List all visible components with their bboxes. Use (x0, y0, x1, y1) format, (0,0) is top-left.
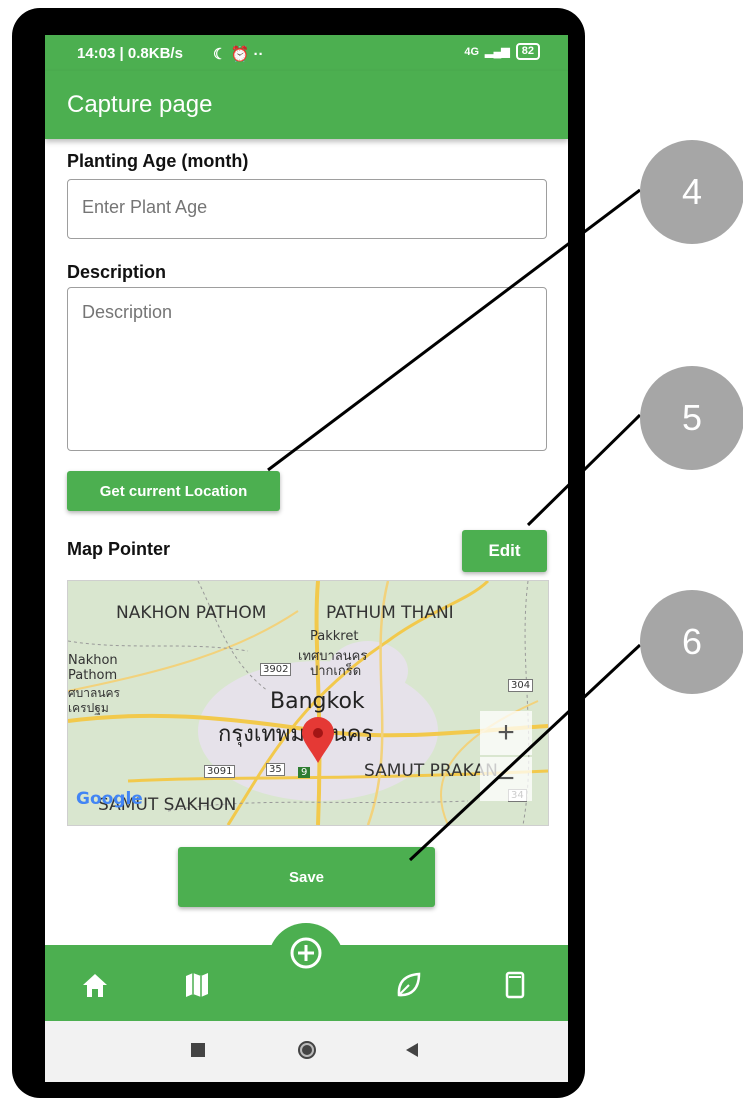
battery-indicator: 82 (515, 43, 540, 60)
back-triangle-icon[interactable] (405, 1043, 419, 1057)
planting-age-label: Planting Age (month) (67, 151, 249, 171)
app-screen: 14:03 | 0.8KB/s ☾ ⏰ ·· 4G ▂▄▆ 82 Capture… (45, 35, 568, 1082)
save-button[interactable]: Save (178, 847, 435, 907)
map-label-bangkok-thai: กรุงเทพมหานคร (218, 722, 374, 747)
road-shield: 9 (298, 767, 311, 778)
add-button[interactable] (268, 923, 344, 999)
road-shield: 3902 (260, 663, 292, 676)
status-time: 14:03 | 0.8KB/s (77, 45, 183, 62)
status-icons: ☾ ⏰ ·· (213, 46, 264, 63)
map-label-samut-prakan: SAMUT PRAKAN (364, 761, 498, 781)
map-label-bangkok: Bangkok (270, 689, 365, 714)
edit-button[interactable]: Edit (462, 530, 547, 572)
callout-5: 5 (640, 366, 743, 470)
map-label-nakhon-left: Nakhon (68, 653, 118, 668)
circle-icon[interactable] (297, 1040, 317, 1060)
map-pointer-label: Map Pointer (67, 539, 171, 559)
planting-age-input[interactable]: Enter Plant Age (67, 179, 547, 239)
google-logo: Google (76, 789, 143, 809)
nav-home[interactable] (75, 965, 115, 1005)
nav-plants[interactable] (389, 965, 429, 1005)
page-title: Capture page (67, 91, 213, 118)
location-pin-icon[interactable] (300, 717, 336, 765)
status-right: 4G ▂▄▆ 82 (464, 43, 540, 60)
map-label-left-thai2: เครปฐม (68, 701, 109, 715)
description-label: Description (67, 262, 167, 282)
map-label-pathum-thani: PATHUM THANI (326, 603, 454, 623)
get-location-button[interactable]: Get current Location (67, 471, 280, 511)
description-textarea[interactable]: Description (67, 287, 547, 451)
map-label-pakkret-thai2: ปากเกร็ด (310, 664, 362, 679)
map-label-pakkret: Pakkret (310, 629, 359, 644)
map-label-pathom-left: Pathom (68, 668, 118, 683)
square-icon[interactable] (191, 1043, 205, 1057)
road-shield: 35 (266, 763, 285, 776)
callout-4: 4 (640, 140, 743, 244)
add-circle-icon (290, 937, 322, 969)
nav-device[interactable] (495, 965, 535, 1005)
zoom-out-button[interactable]: − (480, 757, 532, 801)
zoom-in-button[interactable]: + (480, 711, 532, 755)
map-view[interactable]: NAKHON PATHOM PATHUM THANI Pakkret เทศบา… (67, 580, 549, 826)
map-label-nakhon-pathom: NAKHON PATHOM (116, 603, 267, 623)
app-bar: Capture page (45, 71, 568, 139)
description-placeholder: Description (82, 302, 173, 322)
road-shield: 3091 (204, 765, 236, 778)
signal-icon: ▂▄▆ (485, 46, 510, 58)
leaf-icon (397, 972, 421, 997)
status-bar: 14:03 | 0.8KB/s ☾ ⏰ ·· 4G ▂▄▆ 82 (45, 35, 568, 71)
system-nav-bar (45, 1021, 568, 1082)
phone-icon (505, 971, 525, 999)
phone-frame: 14:03 | 0.8KB/s ☾ ⏰ ·· 4G ▂▄▆ 82 Capture… (12, 8, 585, 1098)
road-shield: 304 (508, 679, 534, 692)
map-icon (186, 973, 208, 997)
callout-6: 6 (640, 590, 743, 694)
nav-map[interactable] (177, 965, 217, 1005)
planting-age-placeholder: Enter Plant Age (82, 197, 208, 217)
network-indicator: 4G (464, 45, 480, 58)
home-icon (83, 974, 107, 997)
